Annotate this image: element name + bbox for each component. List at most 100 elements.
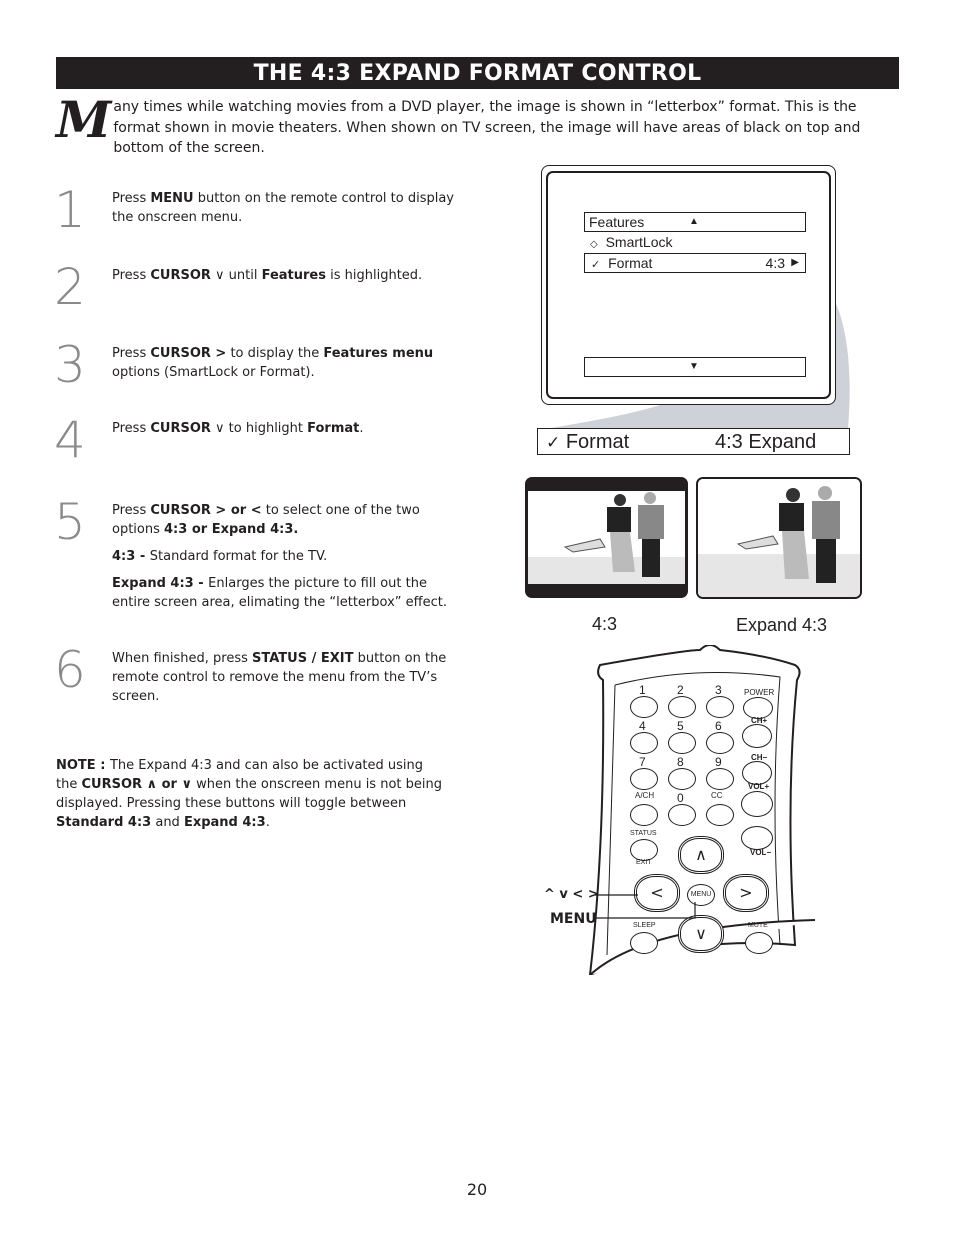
picture-4-3 — [525, 477, 688, 598]
text: When finished, press — [112, 651, 253, 666]
key-label: CC — [711, 791, 723, 800]
step-instruction: Press CURSOR > or < to select one of the… — [112, 501, 457, 539]
step-number: 3 — [54, 336, 86, 394]
bold-text: Format — [307, 421, 360, 436]
menu-item-smartlock[interactable]: ◇ SmartLock — [584, 233, 804, 251]
callout-menu: MENU — [550, 911, 597, 927]
text: Press — [112, 191, 151, 206]
step-detail: Expand 4:3 - Enlarges the picture to fil… — [112, 574, 457, 612]
mute-button[interactable] — [745, 932, 773, 954]
menu-footer[interactable]: ▼ — [584, 357, 806, 377]
key-9[interactable] — [706, 768, 734, 790]
page-number: 20 — [466, 1180, 488, 1199]
step-text: Press CURSOR > or < to select one of the… — [112, 501, 457, 620]
power-label: POWER — [744, 688, 775, 697]
picture-expand-4-3 — [696, 477, 862, 599]
step-text: Press CURSOR ∨ until Features is highlig… — [112, 266, 457, 293]
key-1[interactable] — [630, 696, 658, 718]
step-number: 4 — [54, 411, 86, 469]
key-0[interactable] — [668, 804, 696, 826]
key-5[interactable] — [668, 732, 696, 754]
key-cc[interactable] — [706, 804, 734, 826]
cursor-right-button[interactable]: > — [723, 874, 769, 912]
step-number: 5 — [54, 493, 86, 551]
key-label: 8 — [677, 755, 684, 769]
format-banner-value: 4:3 Expand — [715, 431, 817, 453]
callout-cursor: ^ v < > — [544, 887, 599, 902]
bold-text: Expand 4:3 - — [112, 576, 209, 591]
bold-text: Features menu — [323, 346, 434, 361]
expanded-image — [698, 479, 860, 597]
drop-cap: M — [56, 90, 112, 149]
step-text: When finished, press STATUS / EXIT butto… — [112, 649, 457, 714]
key-label: 6 — [715, 719, 722, 733]
vol-plus-label: VOL+ — [748, 782, 770, 791]
text: . — [359, 421, 364, 436]
bold-text: Expand 4:3 — [183, 815, 266, 830]
step-instruction: Press CURSOR ∨ to highlight Format. — [112, 419, 457, 438]
key-6[interactable] — [706, 732, 734, 754]
key-3[interactable] — [706, 696, 734, 718]
checkmark-icon: ✓ — [591, 259, 601, 271]
key-label: 0 — [677, 791, 684, 805]
exit-label: EXIT — [636, 859, 652, 866]
key-label: 3 — [715, 683, 722, 697]
text: ∨ until — [210, 268, 262, 283]
picture-label-expand: Expand 4:3 — [736, 615, 828, 635]
page-title: THE 4:3 EXPAND FORMAT CONTROL — [56, 57, 899, 89]
menu-header-label: Features — [589, 214, 645, 230]
bold-text: NOTE : — [56, 758, 110, 773]
step-instruction: Press CURSOR ∨ until Features is highlig… — [112, 266, 457, 285]
step-number: 1 — [54, 181, 86, 239]
format-banner: ✓ Format 4:3 Expand — [537, 428, 850, 455]
step-text: Press MENU button on the remote control … — [112, 189, 457, 235]
step-instruction: When finished, press STATUS / EXIT butto… — [112, 649, 457, 706]
menu-header-features[interactable]: Features ▲ — [584, 212, 806, 232]
key-label: 2 — [677, 683, 684, 697]
bold-text: CURSOR > or < — [150, 503, 262, 518]
callout-lines — [595, 894, 696, 919]
menu-item-value: 4:3 — [765, 255, 785, 271]
menu-item-label: Format — [608, 255, 653, 271]
key-4[interactable] — [630, 732, 658, 754]
text: Press — [112, 268, 151, 283]
menu-item-format[interactable]: ✓ Format 4:3 ▶ — [584, 253, 806, 273]
status-exit-button[interactable] — [630, 839, 658, 861]
key-label: 7 — [639, 755, 646, 769]
vol-minus-label: VOL− — [750, 848, 772, 857]
key-label: 1 — [639, 683, 646, 697]
text: is highlighted. — [326, 268, 423, 283]
checkmark-icon: ✓ — [546, 433, 561, 452]
step-instruction: Press CURSOR > to display the Features m… — [112, 344, 457, 382]
letterbox-image — [528, 491, 685, 584]
up-triangle-icon: ▲ — [689, 216, 699, 227]
mute-label: MUTE — [748, 922, 768, 929]
key-8[interactable] — [668, 768, 696, 790]
bold-text: CURSOR ∧ or ∨ — [81, 777, 193, 792]
bold-text: CURSOR — [150, 268, 211, 283]
cursor-up-button[interactable]: ∧ — [678, 836, 724, 874]
step-instruction: Press MENU button on the remote control … — [112, 189, 457, 227]
step-text: Press CURSOR > to display the Features m… — [112, 344, 457, 390]
step-text: Press CURSOR ∨ to highlight Format. — [112, 419, 457, 446]
key-7[interactable] — [630, 768, 658, 790]
picture-label-4-3: 4:3 — [592, 614, 618, 634]
key-label: 4 — [639, 719, 646, 733]
key-2[interactable] — [668, 696, 696, 718]
text: Press — [112, 503, 151, 518]
vol-plus-button[interactable] — [741, 791, 773, 817]
bold-text: Standard 4:3 — [56, 815, 152, 830]
bold-text: CURSOR — [150, 421, 211, 436]
text: Standard format for the TV. — [149, 549, 328, 564]
menu-item-label: SmartLock — [605, 234, 673, 250]
key-ach[interactable] — [630, 804, 658, 826]
vol-minus-button[interactable] — [741, 826, 773, 850]
bold-text: CURSOR > — [150, 346, 227, 361]
right-triangle-icon: ▶ — [791, 257, 799, 268]
bold-text: Features — [261, 268, 326, 283]
ch-plus-button[interactable] — [742, 724, 772, 748]
step-number: 6 — [54, 641, 86, 699]
tv-screen-inner: Features ▲ ◇ SmartLock ✓ Format 4:3 ▶ ▼ — [546, 171, 831, 399]
text: to display the — [226, 346, 324, 361]
sleep-button[interactable] — [630, 932, 658, 954]
